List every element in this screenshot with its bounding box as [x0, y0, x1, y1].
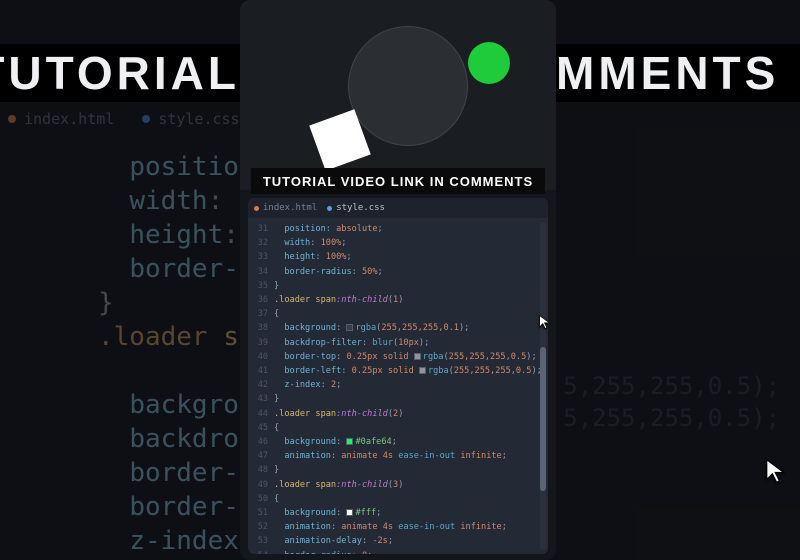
code-line[interactable]: animation-delay: -2s; — [274, 534, 544, 548]
phone-frame: TUTORIAL VIDEO LINK IN COMMENTS index.ht… — [240, 0, 556, 560]
code-line[interactable]: width: 100%; — [274, 236, 544, 250]
code-line[interactable]: .loader span:nth-child(1) — [274, 293, 544, 307]
line-number: 49 — [248, 478, 268, 492]
line-number: 34 — [248, 265, 268, 279]
code-line[interactable]: border-radius: 0; — [274, 549, 544, 554]
background-tab-index[interactable]: index.html — [8, 110, 114, 128]
code-line[interactable]: height: 100%; — [274, 250, 544, 264]
code-line[interactable]: } — [274, 392, 544, 406]
code-line[interactable]: { — [274, 307, 544, 321]
inner-tabs: index.html style.css — [248, 198, 548, 218]
loader-green-dot — [468, 42, 510, 84]
line-number: 37 — [248, 307, 268, 321]
loader-glass-circle — [348, 26, 468, 146]
line-number: 33 — [248, 250, 268, 264]
tab-label: index.html — [24, 110, 114, 128]
banner-right: MMENTS — [556, 44, 800, 102]
banner-left: TUTORIAL — [0, 44, 240, 102]
code-line[interactable]: background: rgba(255,255,255,0.1); — [274, 321, 544, 335]
banner-right-text: MMENTS — [556, 46, 779, 100]
line-number: 32 — [248, 236, 268, 250]
inner-editor-body: 3132333435363738394041424344454647484950… — [248, 218, 548, 554]
line-number: 35 — [248, 279, 268, 293]
line-number: 53 — [248, 534, 268, 548]
line-number: 54 — [248, 549, 268, 554]
html-icon — [8, 115, 16, 123]
code-line[interactable]: position: absolute; — [274, 222, 544, 236]
line-number: 46 — [248, 435, 268, 449]
inner-tab-style[interactable]: style.css — [327, 203, 385, 213]
caption-badge: TUTORIAL VIDEO LINK IN COMMENTS — [251, 168, 545, 194]
css-icon — [327, 206, 332, 211]
scrollbar-thumb[interactable] — [540, 347, 546, 491]
code-area[interactable]: position: absolute; width: 100%; height:… — [268, 218, 548, 554]
code-line[interactable]: .loader span:nth-child(3) — [274, 478, 544, 492]
code-line[interactable]: z-index: 2; — [274, 378, 544, 392]
line-number: 42 — [248, 378, 268, 392]
line-number-gutter: 3132333435363738394041424344454647484950… — [248, 218, 268, 554]
line-number: 52 — [248, 520, 268, 534]
code-line[interactable]: border-left: 0.25px solid rgba(255,255,2… — [274, 364, 544, 378]
css-icon — [142, 115, 150, 123]
mouse-cursor-icon — [538, 314, 548, 334]
mouse-cursor-icon — [764, 457, 792, 490]
line-number: 45 — [248, 421, 268, 435]
line-number: 38 — [248, 321, 268, 335]
line-number: 50 — [248, 492, 268, 506]
code-line[interactable]: backdrop-filter: blur(10px); — [274, 336, 544, 350]
line-number: 44 — [248, 407, 268, 421]
tab-label: index.html — [263, 203, 317, 213]
banner-left-text: TUTORIAL — [0, 46, 240, 100]
code-line[interactable]: { — [274, 492, 544, 506]
code-line[interactable]: border-radius: 50%; — [274, 265, 544, 279]
background-tabs: index.html style.css — [8, 110, 240, 128]
line-number: 47 — [248, 449, 268, 463]
code-line[interactable]: .loader span:nth-child(2) — [274, 407, 544, 421]
code-line[interactable]: } — [274, 279, 544, 293]
code-line[interactable]: border-top: 0.25px solid rgba(255,255,25… — [274, 350, 544, 364]
inner-editor: index.html style.css 3132333435363738394… — [248, 198, 548, 554]
code-line[interactable]: animation: animate 4s ease-in-out infini… — [274, 520, 544, 534]
line-number: 36 — [248, 293, 268, 307]
line-number: 51 — [248, 506, 268, 520]
code-line[interactable]: animation: animate 4s ease-in-out infini… — [274, 449, 544, 463]
background-code-right-fragment: 5,255,255,0.5); 5,255,255,0.5); — [563, 370, 780, 434]
tab-label: style.css — [158, 110, 239, 128]
background-tab-style[interactable]: style.css — [142, 110, 239, 128]
line-number: 40 — [248, 350, 268, 364]
code-line[interactable]: } — [274, 463, 544, 477]
tab-label: style.css — [336, 203, 385, 213]
line-number: 43 — [248, 392, 268, 406]
preview-area — [240, 0, 556, 190]
inner-tab-index[interactable]: index.html — [254, 203, 317, 213]
line-number: 41 — [248, 364, 268, 378]
line-number: 48 — [248, 463, 268, 477]
line-number: 39 — [248, 336, 268, 350]
code-line[interactable]: background: #fff; — [274, 506, 544, 520]
code-line[interactable]: background: #0afe64; — [274, 435, 544, 449]
line-number: 31 — [248, 222, 268, 236]
code-line[interactable]: { — [274, 421, 544, 435]
html-icon — [254, 206, 259, 211]
inner-scrollbar[interactable] — [540, 222, 546, 550]
